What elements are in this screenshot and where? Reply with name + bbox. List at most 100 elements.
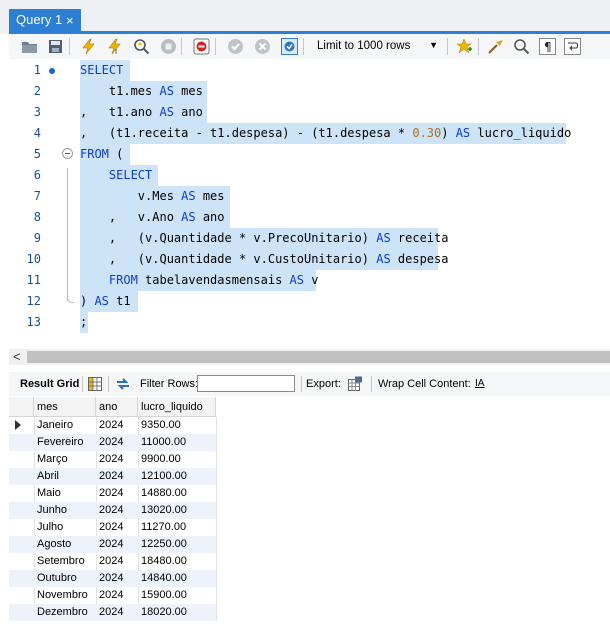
- cell-mes[interactable]: Outubro: [34, 572, 77, 584]
- cell-mes[interactable]: Maio: [34, 487, 61, 499]
- cell-lucro-liquido[interactable]: 14840.00: [138, 572, 187, 584]
- table-row[interactable]: Novembro 2024 15900.00: [9, 587, 216, 604]
- column-header-lucro-liquido[interactable]: lucro_liquido: [138, 397, 216, 417]
- fold-toggle-icon[interactable]: [62, 148, 73, 159]
- table-row[interactable]: Janeiro 2024 9350.00: [9, 417, 216, 434]
- cell-lucro-liquido[interactable]: 18480.00: [138, 555, 187, 567]
- cell-lucro-liquido[interactable]: 18020.00: [138, 606, 187, 618]
- line-number: 1: [33, 63, 41, 77]
- cell-mes[interactable]: Março: [34, 453, 68, 465]
- cell-mes[interactable]: Abril: [34, 470, 59, 482]
- line-number: 4: [33, 126, 41, 140]
- export-icon[interactable]: [347, 376, 363, 392]
- cell-mes[interactable]: Fevereiro: [34, 436, 83, 448]
- toolbar-separator: [108, 376, 109, 392]
- cell-ano[interactable]: 2024: [96, 453, 123, 465]
- cell-ano[interactable]: 2024: [96, 589, 123, 601]
- cell-ano[interactable]: 2024: [96, 470, 123, 482]
- cell-ano[interactable]: 2024: [96, 419, 123, 431]
- code-text: SELECT: [80, 63, 124, 77]
- add-snippet-icon[interactable]: [456, 38, 473, 55]
- table-row[interactable]: Maio 2024 14880.00: [9, 485, 216, 502]
- close-tab-icon[interactable]: ×: [66, 13, 74, 28]
- cell-mes[interactable]: Janeiro: [34, 419, 73, 431]
- line-number: 7: [33, 189, 41, 203]
- open-file-icon[interactable]: [21, 38, 38, 55]
- editor-horizontal-scrollbar[interactable]: <: [9, 349, 610, 365]
- column-header-mes[interactable]: mes: [34, 397, 96, 417]
- find-icon[interactable]: [513, 38, 530, 55]
- line-number: 5: [33, 147, 41, 161]
- wrap-cell-toggle-icon[interactable]: IA: [475, 378, 484, 389]
- grid-view-icon[interactable]: [87, 376, 103, 392]
- cell-lucro-liquido[interactable]: 12250.00: [138, 538, 187, 550]
- tab-query-1[interactable]: Query 1 ×: [9, 9, 81, 32]
- execute-current-icon[interactable]: I: [106, 38, 123, 55]
- code-text: , (t1.receita - t1.despesa) - (t1.despes…: [80, 126, 572, 140]
- code-text: , (v.Quantidade * v.CustoUnitario) AS de…: [80, 252, 449, 266]
- code-text: ;: [80, 315, 88, 329]
- execute-icon[interactable]: [80, 38, 97, 55]
- cell-lucro-liquido[interactable]: 11270.00: [138, 521, 186, 533]
- scrollbar-thumb[interactable]: [27, 351, 610, 363]
- cell-mes[interactable]: Setembro: [34, 555, 85, 567]
- commit-icon[interactable]: [227, 38, 244, 55]
- filter-rows-input[interactable]: [197, 375, 295, 392]
- autocommit-icon[interactable]: [281, 38, 298, 55]
- table-row[interactable]: Agosto 2024 12250.00: [9, 536, 216, 553]
- tab-title: Query 1: [16, 12, 63, 27]
- cell-mes[interactable]: Junho: [34, 504, 67, 516]
- cell-ano[interactable]: 2024: [96, 572, 123, 584]
- table-row[interactable]: Julho 2024 11270.00: [9, 519, 216, 536]
- wrap-icon[interactable]: [564, 38, 581, 55]
- toggle-error-stop-icon[interactable]: [193, 38, 210, 55]
- cell-lucro-liquido[interactable]: 12100.00: [138, 470, 187, 482]
- cell-ano[interactable]: 2024: [96, 487, 123, 499]
- cell-mes[interactable]: Dezembro: [34, 606, 88, 618]
- limit-rows-label: Limit to 1000 rows: [317, 40, 411, 52]
- cell-ano[interactable]: 2024: [96, 538, 123, 550]
- cell-lucro-liquido[interactable]: 9350.00: [138, 419, 181, 431]
- scroll-left-icon[interactable]: <: [13, 349, 21, 364]
- table-row[interactable]: Abril 2024 12100.00: [9, 468, 216, 485]
- limit-rows-select[interactable]: Limit to 1000 rows ▼: [314, 37, 442, 56]
- sql-editor[interactable]: 1 SELECT 2 t1.mes AS mes 3 , t1.ano AS a…: [9, 59, 610, 349]
- cell-lucro-liquido[interactable]: 9900.00: [138, 453, 181, 465]
- stop-icon[interactable]: [160, 38, 177, 55]
- table-row[interactable]: Março 2024 9900.00: [9, 451, 216, 468]
- table-row[interactable]: Junho 2024 13020.00: [9, 502, 216, 519]
- cell-lucro-liquido[interactable]: 14880.00: [138, 487, 187, 499]
- toolbar-separator: [215, 38, 216, 55]
- editor-toolbar: I Limit to 1000 rows ▼ ¶: [9, 34, 610, 59]
- result-grid-tab[interactable]: Result Grid: [20, 378, 79, 390]
- result-grid[interactable]: mes ano lucro_liquido Janeiro 2024 9350.…: [9, 397, 610, 625]
- cell-lucro-liquido[interactable]: 15900.00: [138, 589, 187, 601]
- refresh-icon[interactable]: [115, 376, 131, 392]
- explain-icon[interactable]: [133, 38, 150, 55]
- cell-ano[interactable]: 2024: [96, 606, 123, 618]
- cell-lucro-liquido[interactable]: 11000.00: [138, 436, 186, 448]
- table-row[interactable]: Dezembro 2024 18020.00: [9, 604, 216, 621]
- column-header-ano[interactable]: ano: [96, 397, 138, 417]
- save-icon[interactable]: [47, 38, 64, 55]
- cell-mes[interactable]: Novembro: [34, 589, 88, 601]
- cell-mes[interactable]: Agosto: [34, 538, 71, 550]
- line-number: 12: [26, 294, 41, 308]
- cell-lucro-liquido[interactable]: 13020.00: [138, 504, 187, 516]
- rollback-icon[interactable]: [254, 38, 271, 55]
- beautify-icon[interactable]: [487, 38, 504, 55]
- toolbar-separator: [447, 38, 448, 55]
- code-line: 7 v.Mes AS mes: [9, 186, 610, 207]
- line-number: 6: [33, 168, 41, 182]
- table-row[interactable]: Fevereiro 2024 11000.00: [9, 434, 216, 451]
- wrap-cell-content-label: Wrap Cell Content:: [378, 378, 471, 390]
- cell-mes[interactable]: Julho: [34, 521, 63, 533]
- table-row[interactable]: Setembro 2024 18480.00: [9, 553, 216, 570]
- cell-ano[interactable]: 2024: [96, 521, 123, 533]
- invisible-chars-icon[interactable]: ¶: [539, 38, 556, 55]
- cell-ano[interactable]: 2024: [96, 436, 123, 448]
- cell-ano[interactable]: 2024: [96, 504, 123, 516]
- toolbar-separator: [181, 38, 182, 55]
- table-row[interactable]: Outubro 2024 14840.00: [9, 570, 216, 587]
- cell-ano[interactable]: 2024: [96, 555, 123, 567]
